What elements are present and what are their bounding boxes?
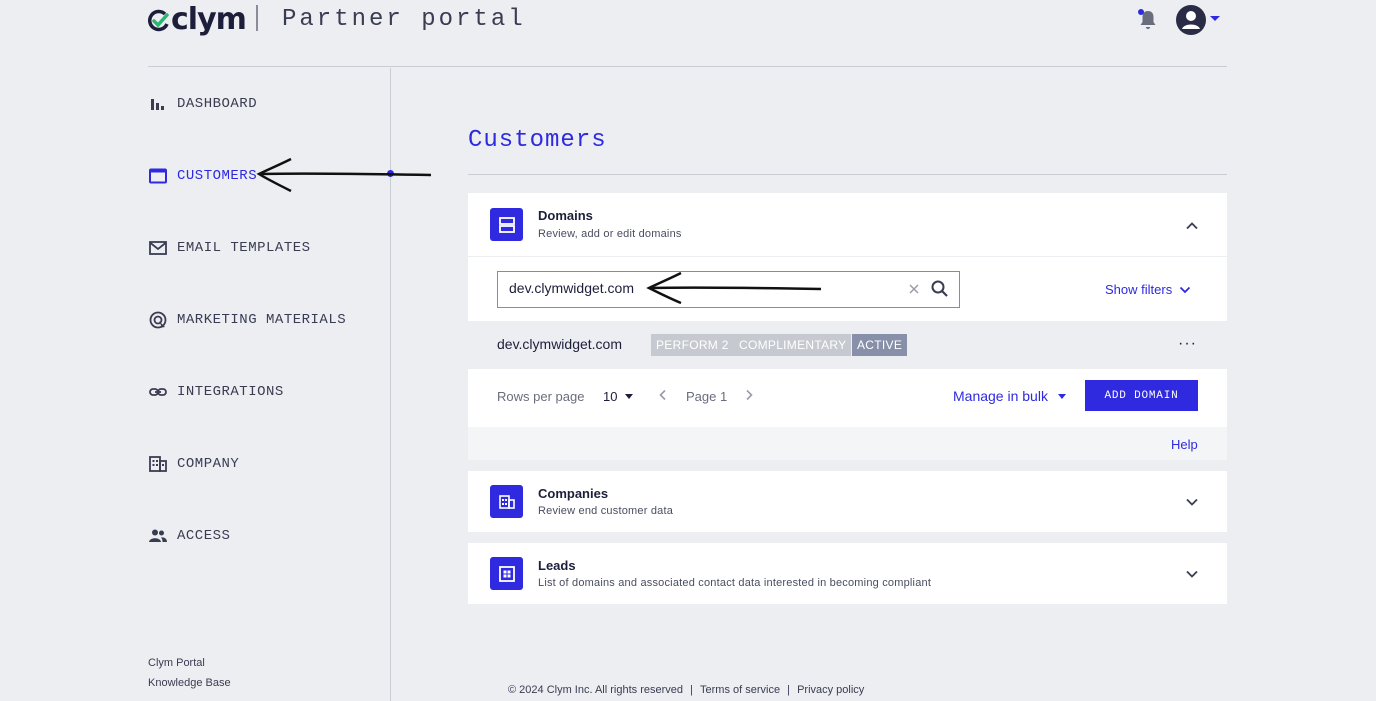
chevron-up-icon[interactable] xyxy=(1185,219,1199,233)
footer-separator: | xyxy=(787,684,790,696)
manage-in-bulk-label: Manage in bulk xyxy=(953,388,1048,404)
chevron-left-icon[interactable] xyxy=(656,388,670,402)
chevron-down-icon[interactable] xyxy=(1185,495,1199,509)
rows-per-page-label: Rows per page xyxy=(497,389,585,404)
search-icon[interactable] xyxy=(930,279,950,299)
leads-subtitle: List of domains and associated contact d… xyxy=(538,577,932,589)
sidebar-item-label: EMAIL TEMPLATES xyxy=(177,240,311,256)
annotation-arrow-icon xyxy=(646,271,822,305)
building-icon xyxy=(149,456,167,472)
domains-subtitle: Review, add or edit domains xyxy=(538,228,682,240)
sidebar-item-company[interactable]: COMPANY xyxy=(148,454,239,474)
logo-text: clym xyxy=(171,2,247,37)
user-avatar-icon[interactable] xyxy=(1175,4,1207,36)
chevron-down-icon[interactable] xyxy=(1185,567,1199,581)
page-title: Customers xyxy=(468,127,607,154)
knowledge-base-link[interactable]: Knowledge Base xyxy=(148,677,231,689)
link-icon xyxy=(149,388,167,396)
caret-down-icon xyxy=(1057,393,1066,399)
pagination-bar: Rows per page 10 Page 1 Manage in bulk A… xyxy=(468,369,1227,427)
domain-search-row: Show filters xyxy=(468,256,1227,321)
sidebar-item-marketing-materials[interactable]: MARKETING MATERIALS xyxy=(148,310,346,330)
caret-down-icon[interactable] xyxy=(1210,16,1220,21)
target-icon xyxy=(149,311,167,329)
plan-badge: PERFORM 2 xyxy=(651,334,734,356)
rows-per-page-select[interactable]: 10 xyxy=(603,389,634,404)
caret-down-icon xyxy=(625,394,634,399)
table-row[interactable]: dev.clymwidget.com PERFORM 2 COMPLIMENTA… xyxy=(468,321,1227,369)
mail-icon xyxy=(149,241,167,255)
building-icon xyxy=(498,494,515,509)
server-icon xyxy=(498,216,515,233)
clym-logo[interactable]: clym xyxy=(148,2,247,37)
sidebar-item-label: COMPANY xyxy=(177,456,240,472)
top-header: clym Partner portal xyxy=(148,0,1227,67)
domains-title: Domains xyxy=(538,208,593,223)
portal-title: Partner portal xyxy=(282,6,526,33)
window-icon xyxy=(149,168,167,184)
footer-separator: | xyxy=(690,684,693,696)
sidebar-item-label: DASHBOARD xyxy=(177,96,258,112)
people-icon xyxy=(149,529,167,542)
show-filters-label: Show filters xyxy=(1105,282,1173,297)
privacy-link[interactable]: Privacy policy xyxy=(797,684,864,696)
leads-card-icon xyxy=(490,557,523,590)
companies-card[interactable]: Companies Review end customer data xyxy=(468,471,1227,532)
show-filters-button[interactable]: Show filters xyxy=(1105,282,1192,297)
clear-icon[interactable] xyxy=(907,282,921,296)
rows-per-page-value: 10 xyxy=(603,389,618,404)
billing-badge: COMPLIMENTARY xyxy=(734,334,852,356)
more-options-icon[interactable]: ··· xyxy=(1178,335,1197,353)
logo-check-icon xyxy=(148,9,169,32)
companies-card-icon xyxy=(490,485,523,518)
sidebar-item-customers[interactable]: CUSTOMERS xyxy=(148,166,257,186)
title-divider xyxy=(468,174,1227,175)
domains-card-icon xyxy=(490,208,523,241)
notification-dot xyxy=(1138,9,1144,15)
leads-card[interactable]: Leads List of domains and associated con… xyxy=(468,543,1227,604)
sidebar-item-email-templates[interactable]: EMAIL TEMPLATES xyxy=(148,238,311,258)
help-row: Help xyxy=(468,427,1227,460)
terms-link[interactable]: Terms of service xyxy=(700,684,780,696)
status-badge: ACTIVE xyxy=(852,334,908,356)
sidebar-item-access[interactable]: ACCESS xyxy=(148,526,230,546)
chevron-right-icon[interactable] xyxy=(742,388,756,402)
domain-name[interactable]: dev.clymwidget.com xyxy=(497,336,622,352)
grid-icon xyxy=(498,565,515,582)
clym-portal-link[interactable]: Clym Portal xyxy=(148,657,205,669)
add-domain-button[interactable]: ADD DOMAIN xyxy=(1085,380,1198,411)
sidebar-item-label: CUSTOMERS xyxy=(177,168,258,184)
leads-title: Leads xyxy=(538,558,576,573)
domains-card: Domains Review, add or edit domains Show… xyxy=(468,193,1227,460)
companies-title: Companies xyxy=(538,486,609,501)
page-indicator: Page 1 xyxy=(686,389,728,404)
sidebar-item-integrations[interactable]: INTEGRATIONS xyxy=(148,382,284,402)
footer: © 2024 Clym Inc. All rights reserved | T… xyxy=(506,684,866,696)
chevron-down-icon xyxy=(1180,286,1191,293)
annotation-arrow-icon xyxy=(256,157,432,193)
sidebar-item-label: MARKETING MATERIALS xyxy=(177,312,347,328)
logo-divider xyxy=(256,5,258,31)
sidebar-item-label: ACCESS xyxy=(177,528,231,544)
bar-chart-icon xyxy=(151,99,164,110)
copyright-text: © 2024 Clym Inc. All rights reserved xyxy=(508,684,684,696)
sidebar-item-dashboard[interactable]: DASHBOARD xyxy=(148,94,257,114)
sidebar-item-label: INTEGRATIONS xyxy=(177,384,284,400)
help-link[interactable]: Help xyxy=(1171,437,1198,452)
manage-in-bulk-button[interactable]: Manage in bulk xyxy=(953,388,1066,404)
companies-subtitle: Review end customer data xyxy=(538,505,674,517)
